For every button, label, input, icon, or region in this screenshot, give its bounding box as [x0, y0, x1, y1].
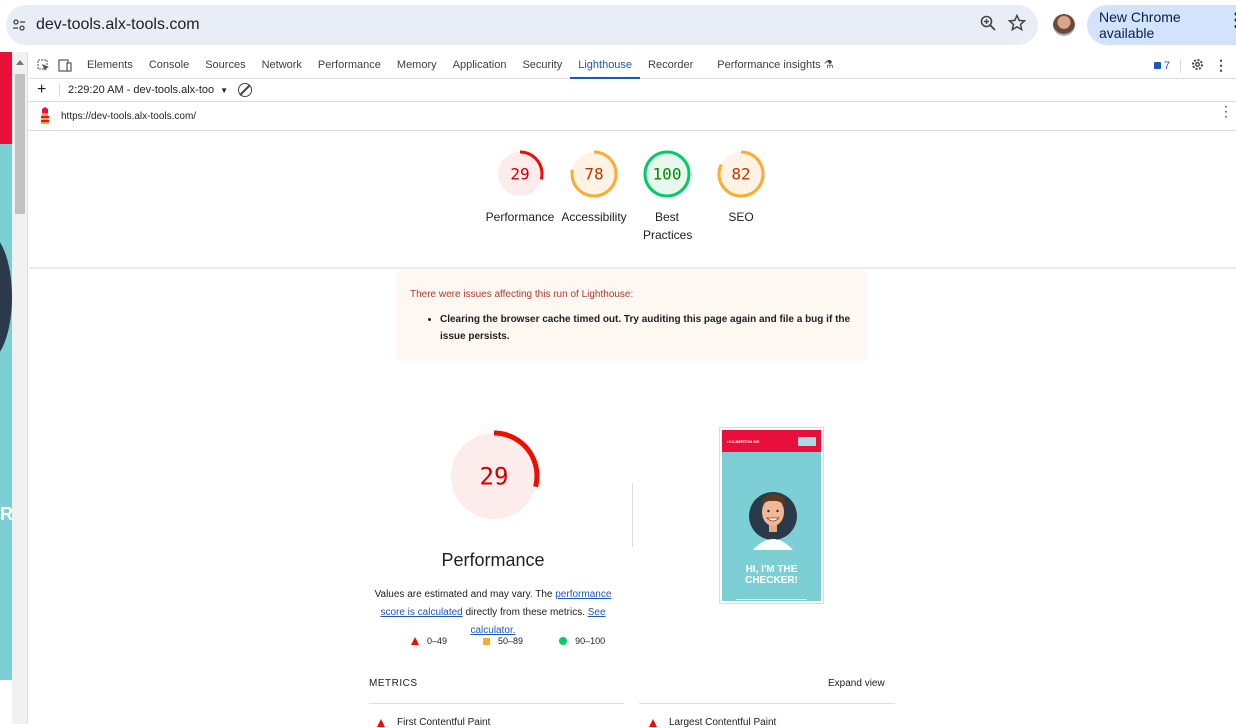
metric-label: Largest Contentful Paint — [669, 717, 777, 728]
gauge-label: Accessibility — [561, 210, 627, 224]
issues-count: 7 — [1163, 59, 1170, 72]
pass-circle-icon — [559, 637, 568, 645]
gauge-value: 78 — [584, 165, 603, 184]
zoom-icon[interactable] — [980, 15, 996, 36]
performance-gauge: 29 — [446, 423, 542, 533]
site-info-icon[interactable] — [8, 14, 30, 36]
devtools-menu-icon[interactable]: ⋮ — [1214, 57, 1228, 74]
tab-recorder[interactable]: Recorder — [640, 52, 701, 79]
gauge-value: 100 — [653, 165, 682, 184]
fail-triangle-icon — [377, 718, 385, 727]
metric-label: First Contentful Paint — [397, 717, 491, 728]
warning-title: There were issues affecting this run of … — [410, 289, 634, 300]
warning-item: Clearing the browser cache timed out. Tr… — [440, 311, 854, 345]
tab-memory[interactable]: Memory — [389, 52, 445, 79]
page-content-strip: R — [0, 52, 12, 724]
gauge-seo[interactable]: 82 SEO — [701, 148, 781, 226]
report-url[interactable]: https://dev-tools.alx-tools.com/ — [61, 111, 196, 122]
thumb-brand: HOLBERTON ME — [727, 438, 760, 444]
thumb-button — [798, 436, 816, 446]
tab-sources[interactable]: Sources — [197, 52, 253, 79]
legend-average: 50–89 — [498, 636, 524, 646]
experiment-flask-icon: ⚗ — [823, 58, 834, 71]
report-url-bar: https://dev-tools.alx-tools.com/ ⋮ — [29, 102, 1236, 131]
lighthouse-logo-icon — [41, 107, 49, 124]
tab-performance-insights[interactable]: Performance insights ⚗ — [709, 52, 841, 79]
gauge-best-practices[interactable]: 100 Best Practices — [627, 148, 707, 244]
gauge-performance[interactable]: 29 Performance — [480, 148, 560, 226]
checker-avatar-icon — [749, 492, 797, 550]
legend-pass: 90–100 — [575, 636, 606, 646]
new-chrome-label: New Chrome available — [1099, 9, 1181, 41]
performance-title: Performance — [441, 550, 545, 570]
dropdown-arrow-icon: ▼ — [220, 85, 229, 95]
devtools-panel: Elements Console Sources Network Perform… — [29, 52, 1236, 728]
tab-performance-insights-label: Performance insights — [717, 58, 821, 71]
tab-network[interactable]: Network — [254, 52, 310, 79]
gauge-label: Performance — [485, 210, 555, 224]
clear-reports-icon[interactable] — [238, 83, 253, 97]
page-scrollbar[interactable] — [12, 52, 28, 724]
settings-gear-icon[interactable] — [1191, 58, 1204, 74]
report-selector-label: 2:29:20 AM - dev-tools.alx-too — [68, 84, 215, 96]
profile-avatar[interactable] — [1053, 14, 1075, 36]
thumb-headline: HI, I'M THE CHECKER! — [745, 564, 798, 586]
perf-desc-text-2: directly from these metrics. — [462, 607, 588, 618]
gauge-label: Best Practices — [643, 210, 693, 242]
devtools-tabbar: Elements Console Sources Network Perform… — [29, 52, 1236, 79]
report-menu-icon[interactable]: ⋮ — [1219, 104, 1233, 118]
gauge-value: 29 — [510, 165, 529, 184]
metrics-heading: METRICS — [369, 678, 418, 689]
tab-console[interactable]: Console — [141, 52, 197, 79]
inspect-element-icon[interactable] — [35, 57, 51, 73]
final-screenshot-thumbnail[interactable]: HOLBERTON ME HI, I'M THE CHECKER! — [719, 427, 824, 604]
bookmark-star-icon[interactable] — [1007, 13, 1027, 37]
address-url[interactable]: dev-tools.alx-tools.com — [36, 16, 200, 34]
legend-fail: 0–49 — [427, 636, 448, 646]
metric-first-contentful-paint: First Contentful Paint — [377, 717, 490, 728]
scroll-up-arrow-icon[interactable] — [16, 60, 24, 65]
new-report-plus-icon[interactable]: + — [37, 81, 51, 99]
gauge-value: 82 — [731, 165, 750, 184]
fail-triangle-icon — [649, 718, 657, 727]
issues-badge[interactable]: 7 — [1153, 59, 1170, 72]
perf-desc-text-1: Values are estimated and may vary. The — [374, 589, 556, 600]
expand-view-button[interactable]: Expand view — [828, 678, 885, 689]
tab-application[interactable]: Application — [445, 52, 515, 79]
score-gauges: 29 Performance 78 Accessibility 100 Best Prac… — [484, 148, 784, 258]
gauge-accessibility[interactable]: 78 Accessibility — [554, 148, 634, 226]
tab-lighthouse[interactable]: Lighthouse — [570, 52, 641, 79]
chrome-menu-icon[interactable]: ⋮ — [1227, 11, 1236, 29]
fail-triangle-icon — [411, 637, 419, 645]
report-selector[interactable]: 2:29:20 AM - dev-tools.alx-too ▼ — [68, 84, 228, 96]
gauge-label: SEO — [728, 210, 754, 224]
gauge-value: 29 — [480, 462, 509, 490]
performance-description: Values are estimated and may vary. The p… — [369, 586, 617, 640]
address-bar[interactable]: dev-tools.alx-tools.com — [6, 5, 1038, 45]
average-square-icon — [483, 637, 491, 645]
tab-elements[interactable]: Elements — [79, 52, 141, 79]
metric-largest-contentful-paint: Largest Contentful Paint — [649, 717, 776, 728]
score-legend: 0–49 50–89 90–100 — [391, 636, 651, 646]
issues-icon — [1153, 62, 1161, 69]
scroll-thumb[interactable] — [15, 74, 25, 214]
warning-box: There were issues affecting this run of … — [396, 270, 868, 361]
lighthouse-toolbar: + 2:29:20 AM - dev-tools.alx-too ▼ — [29, 79, 1236, 102]
tab-security[interactable]: Security — [514, 52, 570, 79]
vertical-separator — [632, 483, 633, 547]
section-divider — [29, 267, 1236, 269]
new-chrome-button[interactable]: New Chrome available — [1087, 5, 1236, 45]
browser-toolbar: dev-tools.alx-tools.com New Chrome avail… — [0, 0, 1236, 52]
device-toolbar-icon[interactable] — [57, 57, 73, 73]
tab-performance[interactable]: Performance — [310, 52, 389, 79]
